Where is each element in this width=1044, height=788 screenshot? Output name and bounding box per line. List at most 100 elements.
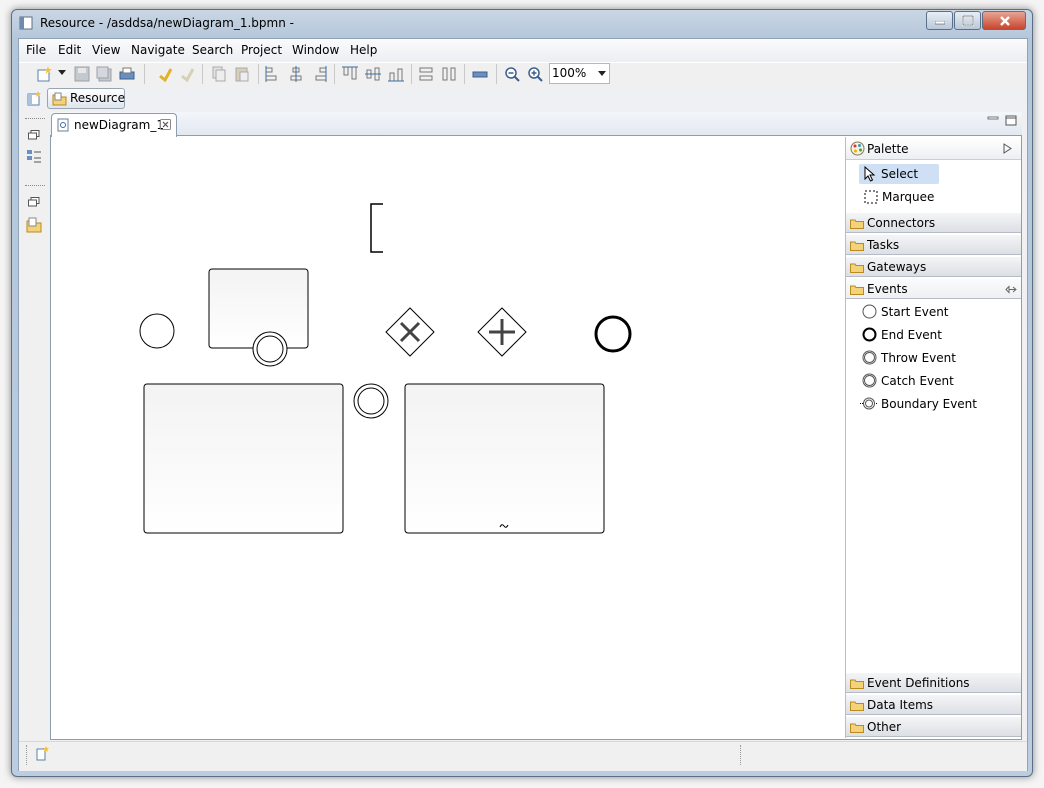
drawer-data-items[interactable]: Data Items: [846, 694, 1021, 715]
marquee-icon: [864, 190, 878, 204]
marquee-tool[interactable]: Marquee: [859, 187, 939, 207]
print-icon[interactable]: [119, 66, 135, 82]
close-button[interactable]: [982, 11, 1026, 30]
start-event-icon: [862, 304, 877, 319]
chevron-down-icon[interactable]: [58, 70, 66, 76]
redo-icon[interactable]: [179, 66, 195, 82]
paste-icon[interactable]: [234, 66, 250, 82]
drawer-tasks[interactable]: Tasks: [846, 234, 1021, 255]
restore-icon[interactable]: [28, 197, 40, 207]
pin-icon[interactable]: [1005, 285, 1017, 294]
zoom-out-icon[interactable]: [504, 66, 520, 82]
drawer-label: Other: [867, 720, 902, 734]
boundary-event[interactable]: [252, 331, 288, 367]
menu-view[interactable]: View: [92, 43, 120, 57]
status-bar: [19, 741, 1027, 771]
palette-entry-throw-event[interactable]: Throw Event: [859, 348, 1009, 368]
drawer-event-definitions[interactable]: Event Definitions: [846, 672, 1021, 693]
status-separator: [740, 745, 741, 765]
toolbar-separator: [464, 64, 465, 84]
parallel-gateway[interactable]: [477, 307, 527, 357]
palette-title: Palette: [867, 142, 909, 156]
copy-icon[interactable]: [211, 66, 227, 82]
palette-entry-end-event[interactable]: End Event: [859, 325, 1009, 345]
undo-icon[interactable]: [157, 66, 173, 82]
menu-help[interactable]: Help: [350, 43, 377, 57]
menu-file[interactable]: File: [26, 43, 46, 57]
toolbar-separator: [334, 64, 335, 84]
toolbar-separator: [202, 64, 203, 84]
drawer-other[interactable]: Other: [846, 716, 1021, 737]
drawer-connectors[interactable]: Connectors: [846, 212, 1021, 233]
align-bottom-icon[interactable]: [388, 66, 404, 82]
menu-edit[interactable]: Edit: [58, 43, 81, 57]
drawer-gateways[interactable]: Gateways: [846, 256, 1021, 277]
save-all-icon[interactable]: [96, 66, 112, 82]
palette-entry-catch-event[interactable]: Catch Event: [859, 371, 1009, 391]
status-separator: [26, 745, 27, 765]
palette-entry-boundary-event[interactable]: Boundary Event: [859, 394, 1009, 414]
text-annotation[interactable]: [370, 203, 383, 253]
entry-label: Start Event: [881, 305, 949, 319]
bpmn-diagram[interactable]: [51, 137, 845, 738]
entry-label: Throw Event: [881, 351, 956, 365]
restore-icon[interactable]: [28, 130, 40, 140]
menu-search[interactable]: Search: [192, 43, 233, 57]
align-center-icon[interactable]: [288, 66, 304, 82]
maximize-view-icon[interactable]: [1005, 115, 1017, 126]
close-tab-icon[interactable]: [160, 119, 171, 130]
cursor-icon: [864, 166, 876, 182]
drawer-label: Event Definitions: [867, 676, 970, 690]
zoom-combo[interactable]: 100%: [549, 63, 610, 84]
editor-tab-strip: [50, 112, 1022, 136]
palette-icon: [850, 141, 865, 156]
align-top-icon[interactable]: [342, 66, 358, 82]
resource-perspective-icon: [52, 92, 67, 106]
folder-icon: [850, 241, 864, 251]
align-left-icon[interactable]: [265, 66, 281, 82]
match-width-icon[interactable]: [441, 66, 457, 82]
minimize-button[interactable]: [926, 11, 953, 30]
perspective-label: Resource: [70, 91, 126, 105]
window-title: Resource - /asddsa/newDiagram_1.bpmn -: [40, 16, 294, 30]
select-tool[interactable]: Select: [859, 164, 939, 184]
drawer-label: Connectors: [867, 216, 936, 230]
drawer-events[interactable]: Events: [846, 278, 1021, 299]
end-event-icon: [862, 327, 877, 342]
drawer-label: Events: [867, 282, 908, 296]
end-event[interactable]: [594, 315, 632, 353]
app-icon: [19, 16, 33, 30]
perspective-resource-button[interactable]: Resource: [47, 88, 125, 109]
adhoc-subprocess[interactable]: [404, 383, 605, 534]
toolbar-separator: [411, 64, 412, 84]
snap-icon[interactable]: [472, 66, 488, 82]
palette-entry-start-event[interactable]: Start Event: [859, 302, 1009, 322]
tab-newdiagram[interactable]: newDiagram_1: [51, 113, 177, 137]
intermediate-event[interactable]: [353, 383, 389, 419]
match-height-icon[interactable]: [418, 66, 434, 82]
subprocess[interactable]: [143, 383, 344, 534]
trim-handle[interactable]: [25, 185, 45, 186]
menu-window[interactable]: Window: [292, 43, 339, 57]
maximize-button[interactable]: [954, 11, 981, 30]
zoom-in-icon[interactable]: [527, 66, 543, 82]
hide-palette-icon[interactable]: [1003, 143, 1012, 154]
open-perspective-icon[interactable]: [27, 91, 42, 106]
fast-view-icon[interactable]: [35, 746, 50, 761]
exclusive-gateway[interactable]: [385, 307, 435, 357]
folder-icon: [850, 723, 864, 733]
new-wizard-icon[interactable]: [36, 66, 52, 82]
outline-icon[interactable]: [26, 149, 42, 165]
save-icon[interactable]: [74, 66, 90, 82]
minimize-view-icon[interactable]: [987, 115, 999, 123]
project-explorer-icon[interactable]: [26, 217, 42, 233]
align-right-icon[interactable]: [311, 66, 327, 82]
menu-project[interactable]: Project: [241, 43, 282, 57]
toolbar-separator: [258, 64, 259, 84]
start-event[interactable]: [139, 313, 175, 349]
folder-icon: [850, 219, 864, 229]
folder-icon: [850, 679, 864, 689]
align-middle-icon[interactable]: [365, 66, 381, 82]
trim-handle[interactable]: [25, 118, 45, 119]
menu-navigate[interactable]: Navigate: [131, 43, 185, 57]
